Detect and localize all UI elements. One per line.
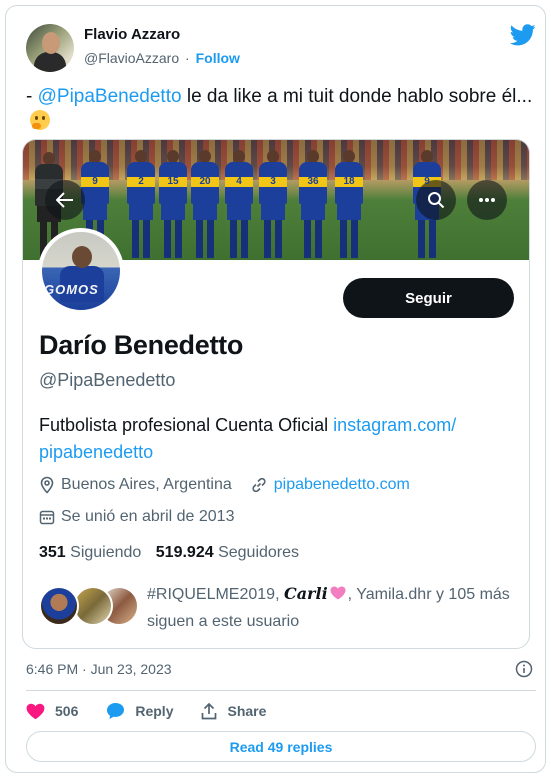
seguir-button[interactable]: Seguir — [343, 278, 514, 318]
reply-button[interactable]: Reply — [106, 702, 173, 720]
tweet-text: - @PipaBenedetto le da like a mi tuit do… — [26, 84, 536, 134]
profile-meta-row: Buenos Aires, Argentina pipabenedetto.co… — [39, 476, 410, 494]
following-label[interactable]: Siguiendo — [70, 544, 141, 561]
share-icon — [202, 702, 217, 719]
banner-player: 15 — [159, 150, 187, 258]
separator-dot: · — [185, 50, 190, 66]
follow-link[interactable]: Follow — [196, 50, 240, 66]
tweet-text-prefix: - — [26, 86, 38, 107]
profile-handle: @PipaBenedetto — [39, 370, 176, 390]
profile-joined: Se unió en abril de 2013 — [61, 508, 235, 525]
divider — [26, 690, 536, 691]
followed-by-carli: Carli — [283, 584, 328, 603]
jersey-number: 18 — [343, 176, 355, 187]
jersey-number: 3 — [270, 176, 276, 187]
jersey-number: 9 — [424, 176, 430, 187]
reply-bubble-icon — [107, 703, 125, 719]
avatar-text: GOMOS — [44, 282, 99, 297]
banner-player: 36 — [299, 150, 327, 258]
back-arrow-icon[interactable] — [45, 180, 85, 220]
banner-player: 20 — [191, 150, 219, 258]
bio-text: Futbolista profesional Cuenta Oficial — [39, 415, 334, 435]
more-options-icon[interactable] — [467, 180, 507, 220]
heart-icon — [26, 703, 45, 719]
profile-location: Buenos Aires, Argentina — [61, 476, 232, 493]
tweet-card: Flavio Azzaro @FlavioAzzaro · Follow - @… — [5, 5, 546, 773]
banner-player: 3 — [259, 150, 287, 258]
avatar — [39, 586, 79, 626]
share-button[interactable]: Share — [201, 702, 267, 720]
pink-heart-icon — [330, 586, 346, 600]
read-replies-button[interactable]: Read 49 replies — [26, 731, 536, 762]
mention-link[interactable]: @PipaBenedetto — [38, 86, 182, 107]
tweet-text-body: le da like a mi tuit donde hablo sobre é… — [181, 86, 533, 107]
author-avatar[interactable] — [26, 24, 74, 72]
link-icon — [252, 477, 266, 493]
jersey-number: 9 — [92, 176, 98, 187]
share-label: Share — [227, 703, 267, 719]
followed-by-avatars[interactable] — [39, 586, 139, 634]
banner-player: 4 — [225, 150, 253, 258]
followed-by-text[interactable]: #RIQUELME2019, Carli, Yamila.dhr y 105 m… — [147, 580, 517, 635]
likes-count: 506 — [55, 703, 79, 719]
jersey-number: 2 — [138, 176, 144, 187]
jersey-number: 4 — [236, 176, 242, 187]
tweet-timestamp[interactable]: 6:46 PM · Jun 23, 2023 — [26, 661, 172, 677]
author-handle-row: @FlavioAzzaro · Follow — [84, 50, 240, 66]
info-icon[interactable] — [515, 660, 533, 678]
profile-website-link[interactable]: pipabenedetto.com — [274, 476, 410, 494]
like-button[interactable]: 506 — [26, 703, 78, 720]
jersey-number: 36 — [307, 176, 319, 187]
following-count[interactable]: 351 — [39, 544, 66, 561]
jersey-number: 15 — [167, 176, 179, 187]
banner-player: 18 — [335, 150, 363, 258]
profile-joined-row: Se unió en abril de 2013 — [39, 508, 234, 526]
author-handle[interactable]: @FlavioAzzaro — [84, 50, 179, 66]
followed-by-prefix: #RIQUELME2019, — [147, 586, 284, 603]
thinking-face-icon — [30, 110, 50, 130]
embedded-profile-image[interactable]: 9 2 15 20 4 3 36 18 9 GOMOS Seguir Darío… — [22, 139, 530, 649]
followers-label[interactable]: Seguidores — [218, 544, 299, 561]
reply-label: Reply — [135, 703, 174, 719]
author-name[interactable]: Flavio Azzaro — [84, 26, 180, 43]
profile-bio: Futbolista profesional Cuenta Oficial in… — [39, 412, 509, 466]
tweet-actions: 506 Reply Share — [26, 700, 294, 722]
banner-player: 2 — [127, 150, 155, 258]
profile-name: Darío Benedetto — [39, 330, 244, 360]
avatar — [73, 586, 113, 626]
jersey-number: 20 — [199, 176, 211, 187]
follow-counts: 351 Siguiendo 519.924 Seguidores — [39, 544, 299, 562]
profile-avatar[interactable]: GOMOS — [38, 228, 124, 314]
location-pin-icon — [40, 476, 54, 494]
twitter-bird-icon[interactable] — [510, 24, 536, 46]
followers-count[interactable]: 519.924 — [156, 544, 214, 561]
calendar-icon — [39, 510, 55, 525]
